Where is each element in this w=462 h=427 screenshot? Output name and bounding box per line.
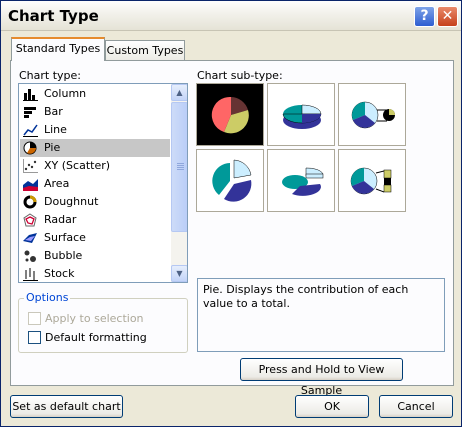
pie-3d-subtype-icon xyxy=(282,104,322,129)
surface-chart-icon xyxy=(23,231,38,245)
list-item-radar[interactable]: Radar xyxy=(20,211,170,229)
exploded-pie-subtype-icon xyxy=(212,159,252,202)
bubble-chart-icon xyxy=(23,249,38,263)
chart-type-dialog: Chart Type ? ✕ Standard Types Custom Typ… xyxy=(0,0,462,427)
help-button[interactable]: ? xyxy=(414,6,435,27)
scroll-up-icon[interactable]: ▲ xyxy=(171,84,187,101)
list-item-surface[interactable]: Surface xyxy=(20,229,170,247)
column-chart-icon xyxy=(23,87,38,101)
scatter-chart-icon xyxy=(23,159,38,173)
tab-custom-types[interactable]: Custom Types xyxy=(105,40,185,60)
list-item-column[interactable]: Column xyxy=(20,85,170,103)
dialog-title: Chart Type xyxy=(8,7,99,25)
list-item-scatter[interactable]: XY (Scatter) xyxy=(20,157,170,175)
subtype-bar-of-pie[interactable] xyxy=(338,149,406,212)
list-item-label: Bubble xyxy=(44,249,83,262)
chart-description: Pie. Displays the contribution of each v… xyxy=(197,278,445,352)
list-item-doughnut[interactable]: Doughnut xyxy=(20,193,170,211)
list-item-pie[interactable]: Pie xyxy=(20,139,170,157)
list-item-bar[interactable]: Bar xyxy=(20,103,170,121)
list-item-label: Stock xyxy=(44,267,75,280)
list-item-label: Column xyxy=(44,87,87,100)
close-button[interactable]: ✕ xyxy=(437,6,458,27)
list-item-label: Line xyxy=(44,123,67,136)
list-item-area[interactable]: Area xyxy=(20,175,170,193)
list-item-bubble[interactable]: Bubble xyxy=(20,247,170,265)
list-scrollbar[interactable]: ▲ ▼ xyxy=(171,84,187,282)
list-item-label: Surface xyxy=(44,231,86,244)
cancel-button[interactable]: Cancel xyxy=(379,395,453,418)
bar-of-pie-subtype-icon xyxy=(350,167,392,195)
list-item-stock[interactable]: Stock xyxy=(20,265,170,282)
scroll-thumb[interactable] xyxy=(171,102,187,232)
press-hold-view-sample-button[interactable]: Press and Hold to View Sample xyxy=(240,358,403,397)
pie-chart-icon xyxy=(23,141,38,155)
chart-type-list[interactable]: Column Bar Line Pie XY (Scatter) Area Do… xyxy=(18,83,188,283)
title-bar: Chart Type ? ✕ xyxy=(1,1,461,31)
list-item-label: Radar xyxy=(44,213,77,226)
apply-to-selection-checkbox[interactable] xyxy=(28,312,41,325)
bar-chart-icon xyxy=(23,105,38,119)
subtype-exploded-pie[interactable] xyxy=(196,149,264,212)
apply-to-selection-label: Apply to selection xyxy=(45,312,144,325)
set-default-chart-button[interactable]: Set as default chart xyxy=(10,395,123,418)
default-formatting-label: Default formatting xyxy=(45,331,147,344)
subtype-pie-3d[interactable] xyxy=(267,83,335,146)
list-item-label: Pie xyxy=(44,141,61,154)
list-item-label: Area xyxy=(44,177,70,190)
radar-chart-icon xyxy=(23,213,38,227)
line-chart-icon xyxy=(23,123,38,137)
scroll-down-icon[interactable]: ▼ xyxy=(171,265,187,282)
default-formatting-checkbox[interactable] xyxy=(28,331,41,344)
subtype-pie-of-pie[interactable] xyxy=(338,83,406,146)
tab-standard-types[interactable]: Standard Types xyxy=(11,37,105,61)
pie-subtype-icon xyxy=(211,96,249,134)
pie-of-pie-subtype-icon xyxy=(351,101,395,129)
stock-chart-icon xyxy=(23,267,38,281)
list-item-label: XY (Scatter) xyxy=(44,159,111,172)
subtype-pie[interactable] xyxy=(196,83,264,146)
chart-type-label: Chart type: xyxy=(19,69,82,82)
subtype-exploded-pie-3d[interactable] xyxy=(267,149,335,212)
options-label: Options xyxy=(24,291,71,304)
chart-subtype-label: Chart sub-type: xyxy=(197,69,283,82)
doughnut-chart-icon xyxy=(23,195,38,209)
list-item-label: Bar xyxy=(44,105,63,118)
options-groupbox xyxy=(18,298,188,353)
list-item-line[interactable]: Line xyxy=(20,121,170,139)
chart-subtype-grid xyxy=(196,83,446,213)
area-chart-icon xyxy=(23,177,38,191)
list-item-label: Doughnut xyxy=(44,195,99,208)
exploded-pie-3d-subtype-icon xyxy=(282,167,324,196)
ok-button[interactable]: OK xyxy=(295,395,369,418)
